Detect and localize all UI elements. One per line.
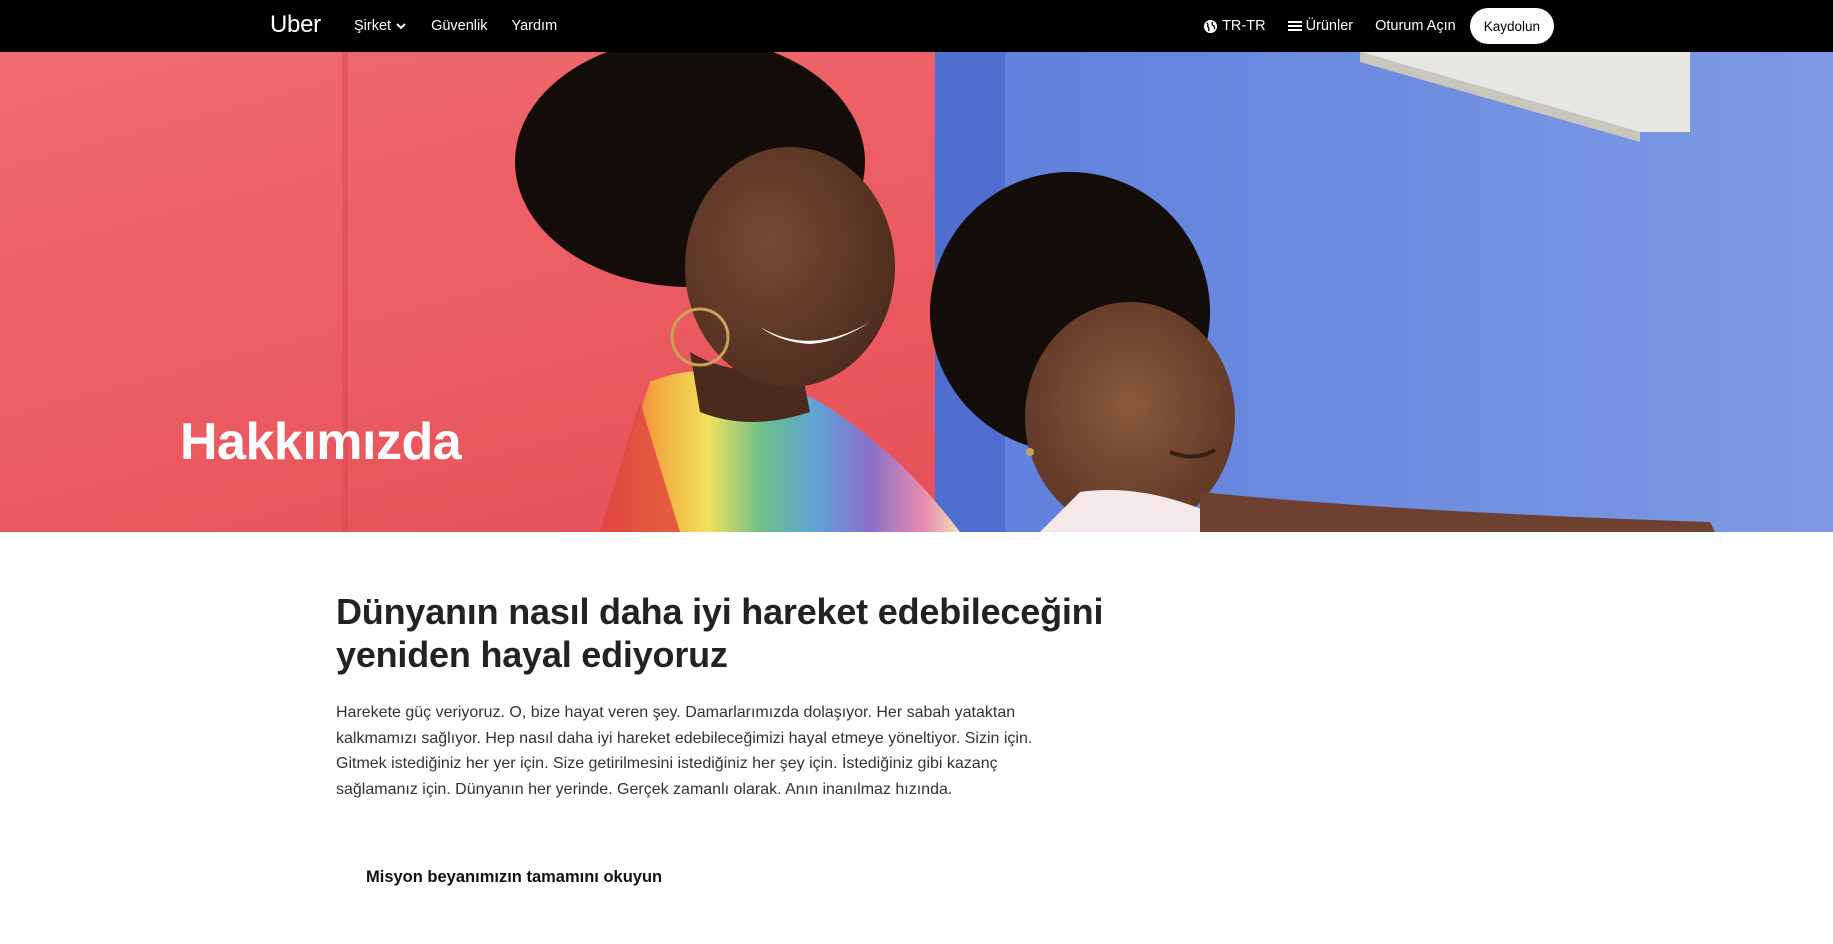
language-selector[interactable]: TR-TR — [1203, 18, 1266, 34]
section-body-text: Harekete güç veriyoruz. O, bize hayat ve… — [336, 704, 1033, 798]
nav-item-company[interactable]: Şirket — [354, 18, 407, 34]
hero-banner: Hakkımızda — [0, 52, 1833, 532]
chevron-down-icon — [396, 23, 406, 30]
nav-item-company-label: Şirket — [354, 18, 392, 34]
menu-icon — [1287, 21, 1302, 31]
section-headline: Dünyanın nasıl daha iyi hareket edebilec… — [336, 591, 1104, 675]
nav-item-safety[interactable]: Güvenlik — [431, 18, 487, 34]
nav-item-help[interactable]: Yardım — [512, 18, 558, 34]
mission-statement-link[interactable]: Misyon beyanımızın tamamını okuyun — [366, 868, 662, 887]
secondary-nav: TR-TR Ürünler Oturum Açın Kaydolun — [1203, 0, 1554, 52]
uber-logo[interactable]: Uber — [270, 11, 321, 39]
globe-icon — [1204, 19, 1218, 33]
signup-button[interactable]: Kaydolun — [1469, 8, 1554, 44]
page-title: Hakkımızda — [180, 413, 462, 471]
language-label: TR-TR — [1222, 18, 1266, 34]
products-menu[interactable]: Ürünler — [1287, 18, 1354, 34]
login-link[interactable]: Oturum Açın — [1375, 18, 1456, 34]
products-label: Ürünler — [1305, 18, 1354, 34]
primary-nav: Şirket Güvenlik Yardım — [354, 0, 557, 52]
top-navigation: Uber Şirket Güvenlik Yardım TR-TR Ürünle… — [0, 0, 1833, 52]
